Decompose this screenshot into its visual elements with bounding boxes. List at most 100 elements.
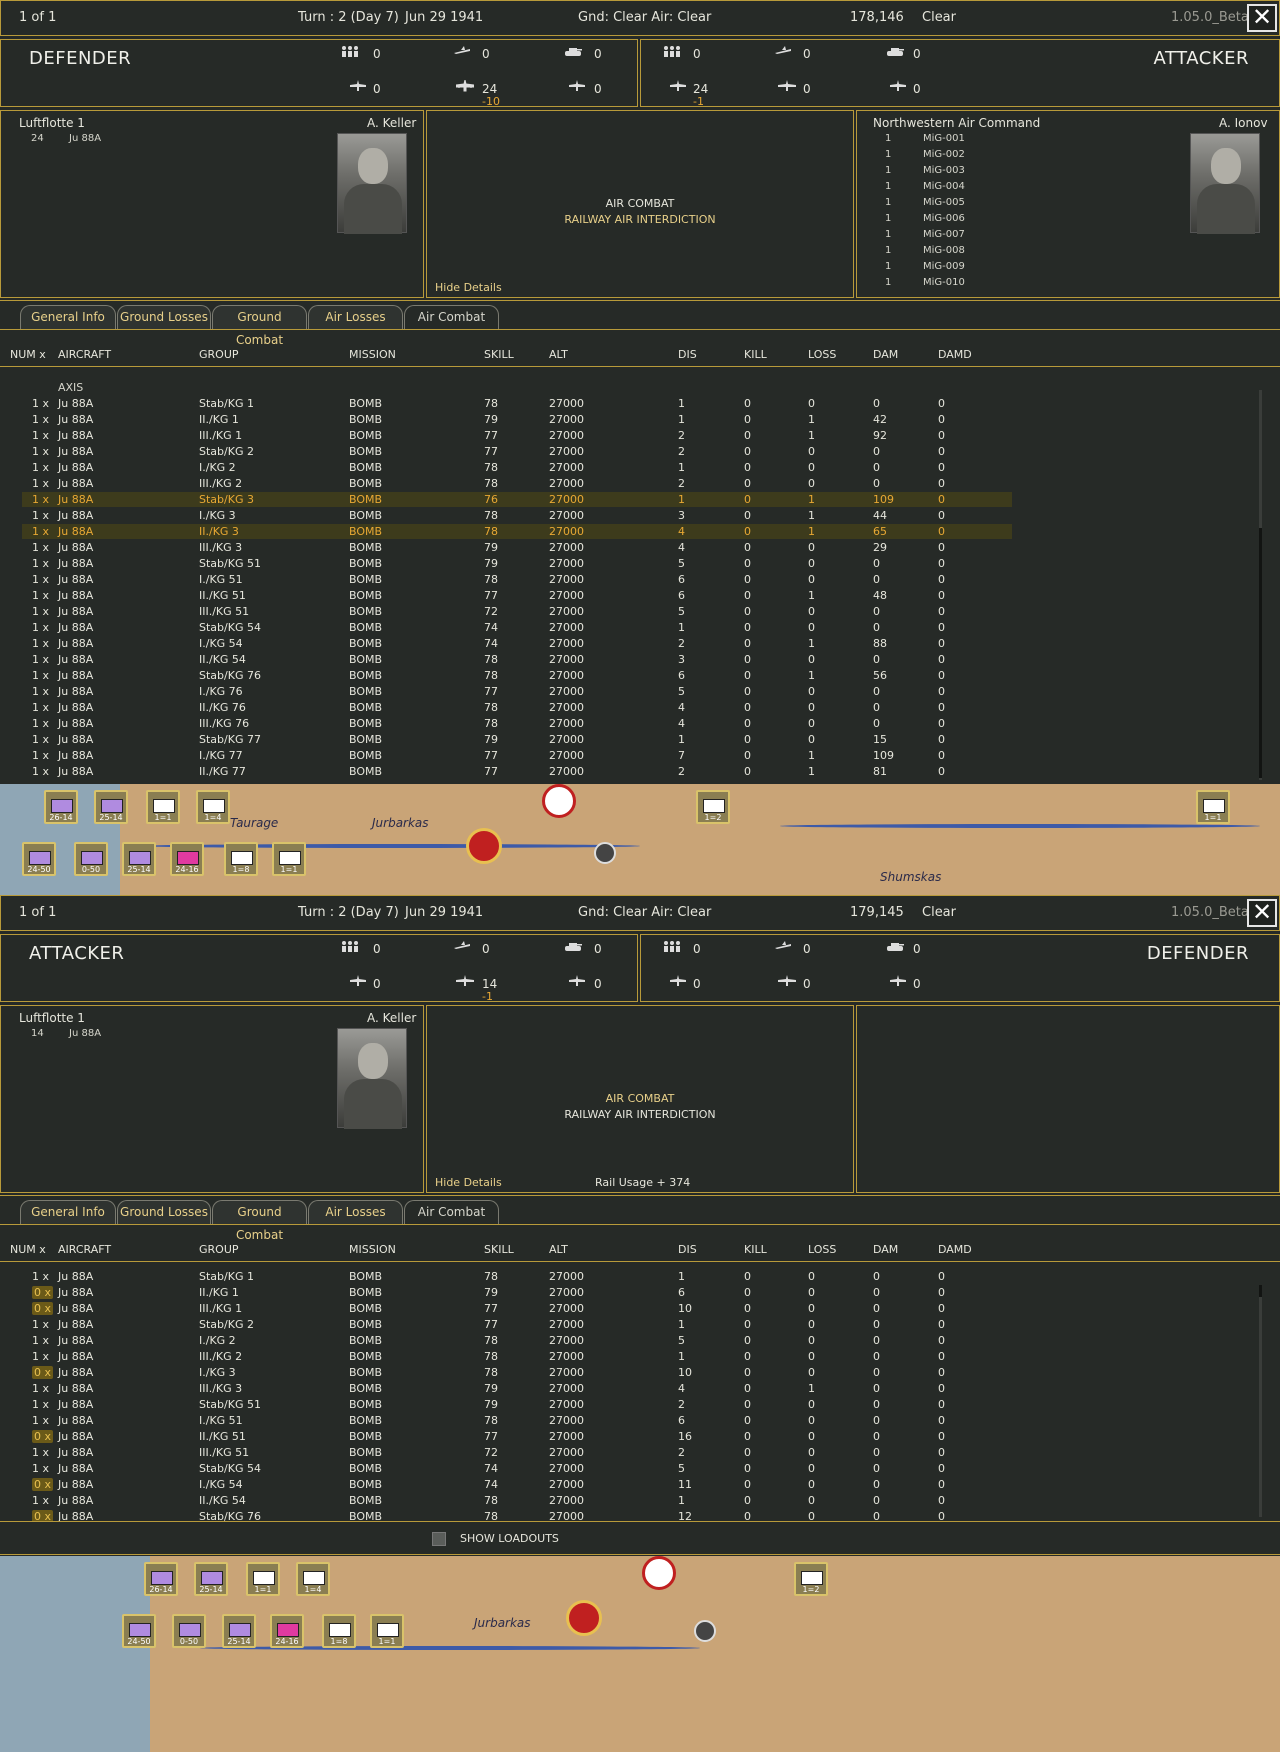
unit-counter[interactable]: 24-16 [170, 842, 204, 876]
table-row[interactable]: 1 x Ju 88A I./KG 2 BOMB 78 27000 5 0 0 0 0 [0, 1333, 1280, 1349]
column-header-mission[interactable]: MISSION [349, 1243, 396, 1256]
table-row[interactable]: 1 x Ju 88A II./KG 54 BOMB 78 27000 1 0 0 0 0 [0, 1493, 1280, 1509]
tab-ground-combat[interactable]: Ground Combat [212, 1200, 307, 1242]
unit-counter[interactable]: 1=1 [246, 1562, 280, 1596]
unit-counter[interactable]: 24-50 [22, 842, 56, 876]
table-row[interactable]: 1 x Ju 88A II./KG 51 BOMB 77 27000 6 0 1 48 0 [0, 588, 1280, 604]
tab-ground-combat[interactable]: Ground Combat [212, 305, 307, 347]
table-row[interactable]: 1 x Ju 88A II./KG 3 BOMB 78 27000 4 0 1 65 0 [0, 524, 1280, 540]
tab-general-info[interactable]: General Info [20, 1200, 116, 1224]
table-row[interactable]: 1 x Ju 88A Stab/KG 76 BOMB 78 27000 6 0 1 56 0 [0, 668, 1280, 684]
tab-air-losses[interactable]: Air Losses [308, 1200, 403, 1224]
column-header-kill[interactable]: KILL [744, 348, 767, 361]
table-row[interactable]: 1 x Ju 88A Stab/KG 3 BOMB 76 27000 1 0 1 109 0 [0, 492, 1280, 508]
air-mission-icon[interactable] [594, 842, 616, 864]
column-header-damd[interactable]: DAMD [938, 1243, 972, 1256]
tab-air-combat[interactable]: Air Combat [404, 305, 499, 329]
column-header-loss[interactable]: LOSS [808, 348, 836, 361]
table-row[interactable]: 1 x Ju 88A Stab/KG 1 BOMB 78 27000 1 0 0 0 0 [0, 1269, 1280, 1285]
scrollbar[interactable] [1259, 1285, 1262, 1517]
column-header-alt[interactable]: ALT [549, 1243, 568, 1256]
unit-counter[interactable]: 25-14 [194, 1562, 228, 1596]
unit-counter[interactable]: 1=2 [696, 790, 730, 824]
column-header-damd[interactable]: DAMD [938, 348, 972, 361]
tab-air-losses[interactable]: Air Losses [308, 305, 403, 329]
table-row[interactable]: 1 x Ju 88A Stab/KG 54 BOMB 74 27000 1 0 0 0 0 [0, 620, 1280, 636]
column-header-num[interactable]: NUM x [10, 348, 46, 361]
unit-counter[interactable]: 24-50 [122, 1614, 156, 1648]
column-header-skill[interactable]: SKILL [484, 1243, 514, 1256]
table-row[interactable]: 1 x Ju 88A II./KG 1 BOMB 79 27000 1 0 1 42 0 [0, 412, 1280, 428]
unit-counter[interactable]: 25-14 [122, 842, 156, 876]
table-row[interactable]: 0 x Ju 88A II./KG 1 BOMB 79 27000 6 0 0 0 0 [0, 1285, 1280, 1301]
unit-counter[interactable]: 1=8 [322, 1614, 356, 1648]
column-header-group[interactable]: GROUP [199, 1243, 239, 1256]
unit-counter[interactable]: 1=1 [1196, 790, 1230, 824]
table-row[interactable]: 1 x Ju 88A Stab/KG 51 BOMB 79 27000 2 0 0 0 0 [0, 1397, 1280, 1413]
table-row[interactable]: 1 x Ju 88A II./KG 54 BOMB 78 27000 3 0 0 0 0 [0, 652, 1280, 668]
column-header-dis[interactable]: DIS [678, 1243, 697, 1256]
tab-ground-losses[interactable]: Ground Losses [117, 305, 211, 329]
table-row[interactable]: 1 x Ju 88A Stab/KG 77 BOMB 79 27000 1 0 0 15 0 [0, 732, 1280, 748]
table-row[interactable]: 1 x Ju 88A I./KG 3 BOMB 78 27000 3 0 1 44 0 [0, 508, 1280, 524]
airbase-icon[interactable] [466, 828, 502, 864]
tab-ground-losses[interactable]: Ground Losses [117, 1200, 211, 1224]
column-header-aircraft[interactable]: AIRCRAFT [58, 348, 111, 361]
table-row[interactable]: 1 x Ju 88A III./KG 76 BOMB 78 27000 4 0 0 0 0 [0, 716, 1280, 732]
map-view[interactable]: 26-14 25-14 1=1 1=4 24-50 0-50 25-14 24-… [0, 784, 1280, 895]
table-row[interactable]: 0 x Ju 88A I./KG 3 BOMB 78 27000 10 0 0 0 0 [0, 1365, 1280, 1381]
column-header-kill[interactable]: KILL [744, 1243, 767, 1256]
table-row[interactable]: 1 x Ju 88A I./KG 77 BOMB 77 27000 7 0 1 109 0 [0, 748, 1280, 764]
tab-air-combat[interactable]: Air Combat [404, 1200, 499, 1224]
table-row[interactable]: 1 x Ju 88A I./KG 2 BOMB 78 27000 1 0 0 0 0 [0, 460, 1280, 476]
column-header-dam[interactable]: DAM [873, 348, 898, 361]
hide-details-link[interactable]: Hide Details [435, 281, 502, 294]
unit-counter[interactable]: 24-16 [270, 1614, 304, 1648]
unit-counter[interactable]: 1=1 [146, 790, 180, 824]
column-header-group[interactable]: GROUP [199, 348, 239, 361]
unit-counter[interactable]: 1=4 [296, 1562, 330, 1596]
table-row[interactable]: 1 x Ju 88A III./KG 2 BOMB 78 27000 2 0 0 0 0 [0, 476, 1280, 492]
column-header-skill[interactable]: SKILL [484, 348, 514, 361]
table-row[interactable]: 1 x Ju 88A I./KG 51 BOMB 78 27000 6 0 0 0 0 [0, 572, 1280, 588]
close-button[interactable]: ✕ [1247, 899, 1277, 927]
column-header-alt[interactable]: ALT [549, 348, 568, 361]
unit-counter[interactable]: 25-14 [222, 1614, 256, 1648]
table-row[interactable]: 1 x Ju 88A Stab/KG 1 BOMB 78 27000 1 0 0 0 0 [0, 396, 1280, 412]
column-header-aircraft[interactable]: AIRCRAFT [58, 1243, 111, 1256]
show-loadouts-checkbox[interactable] [432, 1532, 446, 1546]
table-row[interactable]: 1 x Ju 88A I./KG 51 BOMB 78 27000 6 0 0 0 0 [0, 1413, 1280, 1429]
hide-details-link[interactable]: Hide Details [435, 1176, 502, 1189]
table-row[interactable]: 1 x Ju 88A III./KG 51 BOMB 72 27000 5 0 0 0 0 [0, 604, 1280, 620]
table-row[interactable]: 1 x Ju 88A Stab/KG 51 BOMB 79 27000 5 0 0 0 0 [0, 556, 1280, 572]
air-mission-icon[interactable] [694, 1620, 716, 1642]
unit-counter[interactable]: 26-14 [44, 790, 78, 824]
map-view[interactable]: 26-14 25-14 1=1 1=4 24-50 0-50 25-14 24-… [0, 1556, 1280, 1752]
table-row[interactable]: 1 x Ju 88A III./KG 2 BOMB 78 27000 1 0 0 0 0 [0, 1349, 1280, 1365]
close-button[interactable]: ✕ [1247, 4, 1277, 32]
column-header-dis[interactable]: DIS [678, 348, 697, 361]
table-row[interactable]: 1 x Ju 88A III./KG 1 BOMB 77 27000 2 0 1 92 0 [0, 428, 1280, 444]
unit-counter[interactable]: 1=8 [224, 842, 258, 876]
column-header-dam[interactable]: DAM [873, 1243, 898, 1256]
table-row[interactable]: 1 x Ju 88A III./KG 3 BOMB 79 27000 4 0 0 29 0 [0, 540, 1280, 556]
table-row[interactable]: 1 x Ju 88A Stab/KG 2 BOMB 77 27000 1 0 0 0 0 [0, 1317, 1280, 1333]
table-row[interactable]: 1 x Ju 88A I./KG 76 BOMB 77 27000 5 0 0 0 0 [0, 684, 1280, 700]
bomb-icon[interactable] [642, 1556, 676, 1590]
scrollbar[interactable] [1259, 390, 1262, 780]
table-row[interactable]: 1 x Ju 88A II./KG 77 BOMB 77 27000 2 0 1 81 0 [0, 764, 1280, 780]
table-row[interactable]: 0 x Ju 88A Stab/KG 76 BOMB 78 27000 12 0 0 0 0 [0, 1509, 1280, 1521]
table-row[interactable]: 1 x Ju 88A Stab/KG 54 BOMB 74 27000 5 0 0 0 0 [0, 1461, 1280, 1477]
table-row[interactable]: 1 x Ju 88A II./KG 76 BOMB 78 27000 4 0 0 0 0 [0, 700, 1280, 716]
unit-counter[interactable]: 1=2 [794, 1562, 828, 1596]
unit-counter[interactable]: 0-50 [172, 1614, 206, 1648]
table-row[interactable]: 0 x Ju 88A II./KG 51 BOMB 77 27000 16 0 0 0 0 [0, 1429, 1280, 1445]
column-header-loss[interactable]: LOSS [808, 1243, 836, 1256]
unit-counter[interactable]: 1=1 [370, 1614, 404, 1648]
unit-counter[interactable]: 0-50 [74, 842, 108, 876]
column-header-num[interactable]: NUM x [10, 1243, 46, 1256]
bomb-icon[interactable] [542, 784, 576, 818]
table-row[interactable]: 1 x Ju 88A III./KG 51 BOMB 72 27000 2 0 0 0 0 [0, 1445, 1280, 1461]
column-header-mission[interactable]: MISSION [349, 348, 396, 361]
airbase-icon[interactable] [566, 1600, 602, 1636]
